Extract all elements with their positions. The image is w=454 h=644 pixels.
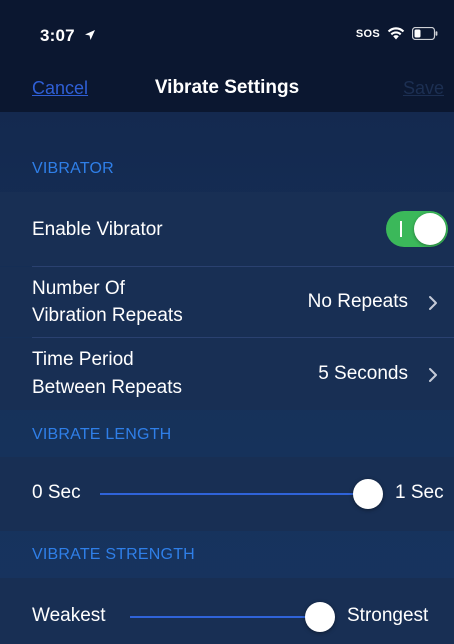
vibrate-settings-screen: 3:07 SOS Cancel Vibrate Settings Save VI…	[0, 0, 454, 644]
vibrate-length-min-label: 0 Sec	[32, 482, 81, 503]
vibrate-length-thumb[interactable]	[353, 479, 383, 509]
status-bar: 3:07 SOS	[0, 0, 454, 62]
enable-vibrator-label: Enable Vibrator	[32, 219, 163, 240]
time-period-row[interactable]: Time Period Between Repeats 5 Seconds	[0, 338, 454, 410]
settings-content: VIBRATOR Enable Vibrator Number Of Vibra…	[0, 112, 454, 644]
vibrate-length-slider-row: 0 Sec 1 Sec	[0, 457, 454, 531]
battery-icon	[412, 27, 438, 40]
sos-indicator: SOS	[355, 27, 380, 40]
vibration-repeats-row[interactable]: Number Of Vibration Repeats No Repeats	[0, 267, 454, 337]
vibration-repeats-label-line1: Number Of	[32, 278, 125, 299]
wifi-icon	[387, 27, 405, 40]
time-period-value: 5 Seconds	[318, 363, 408, 384]
enable-vibrator-row: Enable Vibrator	[0, 192, 454, 266]
vibrate-strength-track[interactable]	[130, 616, 320, 618]
chevron-right-icon	[429, 368, 437, 382]
vibration-repeats-label-line2: Vibration Repeats	[32, 305, 183, 326]
toggle-knob[interactable]	[414, 213, 446, 245]
status-right-group: SOS	[356, 27, 438, 40]
save-button[interactable]: Save	[403, 78, 444, 99]
toggle-on-mark	[400, 221, 402, 237]
section-header-vibrate-strength: VIBRATE STRENGTH	[32, 546, 195, 563]
time-period-label-line1: Time Period	[32, 349, 134, 370]
section-header-vibrate-length: VIBRATE LENGTH	[32, 426, 172, 443]
status-time-group: 3:07	[40, 26, 96, 46]
page-title: Vibrate Settings	[154, 77, 300, 98]
vibrate-strength-thumb[interactable]	[305, 602, 335, 632]
status-time: 3:07	[40, 26, 75, 45]
enable-vibrator-toggle[interactable]	[386, 211, 448, 247]
vibrate-strength-slider-row: Weakest Strongest	[0, 578, 454, 644]
navigation-bar: Cancel Vibrate Settings Save	[0, 62, 454, 112]
chevron-right-icon	[429, 296, 437, 310]
section-header-vibrator: VIBRATOR	[32, 160, 114, 177]
vibrate-length-track[interactable]	[100, 493, 368, 495]
time-period-label-line2: Between Repeats	[32, 377, 182, 398]
vibration-repeats-value: No Repeats	[307, 291, 408, 312]
vibrate-strength-max-label: Strongest	[347, 605, 429, 626]
vibrate-strength-min-label: Weakest	[32, 605, 106, 626]
location-arrow-icon	[84, 30, 95, 40]
vibrate-length-max-label: 1 Sec	[395, 482, 444, 503]
